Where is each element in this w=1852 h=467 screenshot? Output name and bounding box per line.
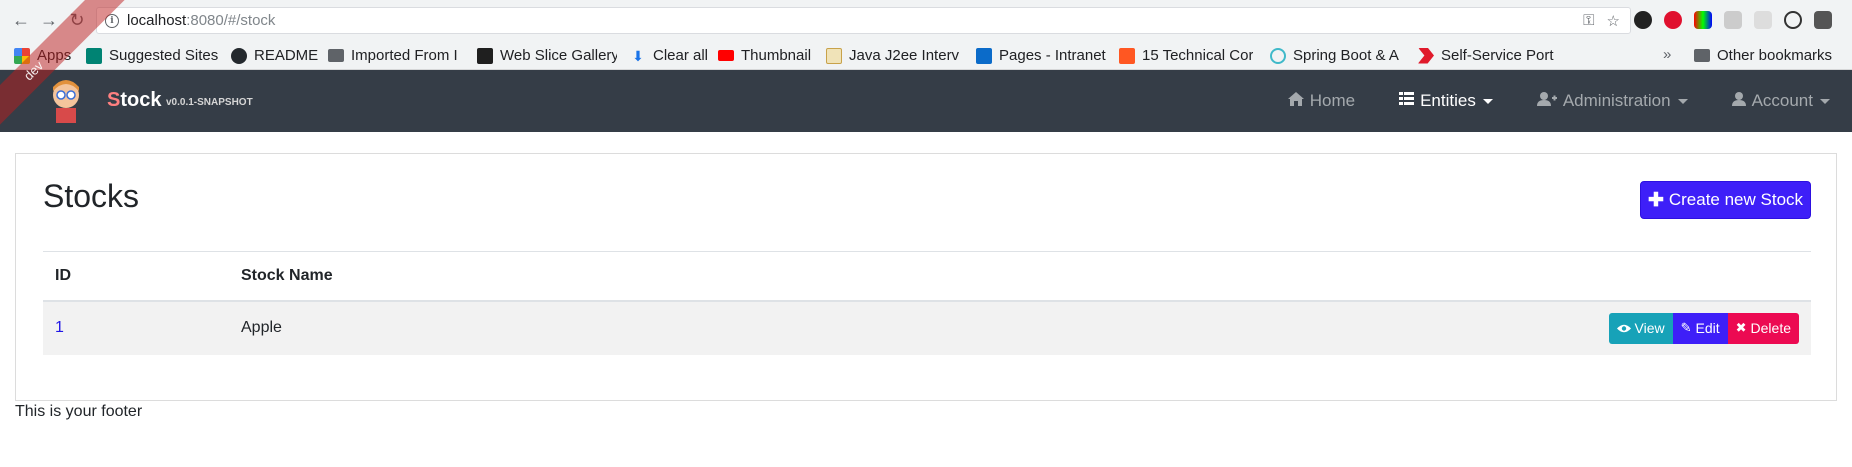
table-header-row: ID Stock Name: [43, 251, 1811, 302]
extension-color-icon[interactable]: [1694, 11, 1712, 29]
bookmark-thumbnail[interactable]: Thumbnail: [718, 47, 818, 64]
column-header-id[interactable]: ID: [43, 251, 229, 302]
main-nav: Home Entities Administration Account: [1266, 70, 1852, 132]
table-row: 1 Apple View ✎ Edit ✖ Delete: [43, 300, 1811, 355]
bookmark-self-service[interactable]: Self-Service Port: [1418, 47, 1554, 64]
column-header-actions: [744, 251, 1811, 302]
bookmark-suggested-sites[interactable]: Suggested Sites: [86, 47, 226, 64]
nav-account[interactable]: Account: [1710, 91, 1852, 111]
page-icon: [826, 47, 842, 64]
folder-icon: [1694, 49, 1710, 62]
spring-icon: [1270, 47, 1286, 64]
download-icon: ⬇: [632, 47, 644, 64]
bookmark-web-slice[interactable]: Web Slice Gallery: [477, 47, 617, 64]
arrow-logo-icon: [1418, 47, 1434, 64]
bookmark-spring-boot[interactable]: Spring Boot & A: [1270, 47, 1410, 64]
star-icon[interactable]: ☆: [1607, 12, 1620, 30]
footer-text: This is your footer: [15, 403, 143, 420]
app-navbar: Stock v0.0.1-SNAPSHOT Home Entities Admi…: [0, 70, 1852, 132]
bookmark-other[interactable]: Other bookmarks: [1694, 47, 1844, 64]
chevron-down-icon: [1820, 98, 1830, 104]
stock-list-card: Stocks ✚ Create new Stock ID Stock Name …: [15, 153, 1837, 401]
extension-block-icon[interactable]: [1784, 11, 1802, 29]
actions-cell: View ✎ Edit ✖ Delete: [744, 300, 1811, 355]
extension-ghost-icon[interactable]: [1634, 11, 1652, 29]
stocks-table: ID Stock Name 1 Apple View ✎ Edit ✖ Dele…: [43, 251, 1811, 355]
nav-entities[interactable]: Entities: [1377, 91, 1515, 111]
pencil-icon: ✎: [1680, 320, 1692, 335]
sharepoint-icon: [976, 47, 992, 64]
user-plus-icon: [1536, 91, 1557, 111]
github-icon: [231, 47, 247, 64]
logo[interactable]: [46, 77, 86, 123]
address-bar[interactable]: i localhost:8080/#/stock ⚿ ☆: [96, 7, 1631, 34]
url-path: :8080/#/stock: [186, 12, 276, 29]
youtube-icon: [718, 50, 734, 61]
extension-cube-icon[interactable]: [1814, 11, 1832, 29]
bookmark-pages-intranet[interactable]: Pages - Intranet: [976, 47, 1109, 64]
more-bookmarks-chevron-icon[interactable]: »: [1663, 46, 1671, 63]
bookmark-java-j2ee[interactable]: Java J2ee Interv: [826, 47, 964, 64]
page-title: Stocks: [43, 178, 140, 214]
row-action-buttons: View ✎ Edit ✖ Delete: [1608, 312, 1799, 344]
menu-icon[interactable]: ⋮: [1844, 11, 1852, 29]
id-cell: 1: [43, 300, 229, 355]
nav-administration[interactable]: Administration: [1515, 91, 1710, 111]
bookmark-readme[interactable]: README: [231, 47, 321, 64]
version-label: v0.0.1-SNAPSHOT: [166, 97, 253, 108]
extension-opera-icon[interactable]: [1664, 11, 1682, 29]
stock-id-link[interactable]: 1: [55, 319, 64, 336]
key-icon[interactable]: ⚿: [1583, 12, 1594, 30]
bookmark-technical[interactable]: 15 Technical Cor: [1119, 47, 1258, 64]
eye-icon: [1616, 321, 1631, 336]
bookmark-imported[interactable]: Imported From I: [328, 47, 461, 64]
chevron-down-icon: [1677, 98, 1688, 104]
url-host: localhost: [127, 12, 187, 29]
extension-gray-icon[interactable]: [1724, 11, 1742, 29]
web-slice-icon: [477, 47, 493, 64]
close-icon: ✖: [1735, 320, 1747, 335]
browser-toolbar: ← → ↻ i localhost:8080/#/stock ⚿ ☆ ⋮: [0, 0, 1852, 41]
user-icon: [1731, 91, 1746, 111]
nav-home[interactable]: Home: [1266, 91, 1377, 111]
plus-icon: ✚: [1647, 189, 1664, 211]
back-arrow-icon[interactable]: ←: [8, 8, 34, 34]
blogger-icon: [1119, 47, 1135, 64]
delete-button[interactable]: ✖ Delete: [1727, 312, 1799, 344]
column-header-stock-name[interactable]: Stock Name: [229, 251, 745, 302]
edit-button[interactable]: ✎ Edit: [1672, 312, 1728, 344]
folder-icon: [328, 49, 344, 62]
create-stock-button[interactable]: ✚ Create new Stock: [1640, 181, 1811, 219]
bing-icon: [86, 47, 102, 64]
brand-name[interactable]: Stock: [107, 89, 161, 112]
list-icon: [1399, 92, 1415, 110]
view-button[interactable]: View: [1608, 312, 1673, 344]
stock-name-cell: Apple: [229, 300, 745, 355]
chevron-down-icon: [1482, 98, 1493, 104]
bookmarks-bar: Apps Suggested Sites README Imported Fro…: [0, 41, 1852, 70]
extension-square-icon[interactable]: [1754, 11, 1772, 29]
home-icon: [1287, 91, 1304, 111]
